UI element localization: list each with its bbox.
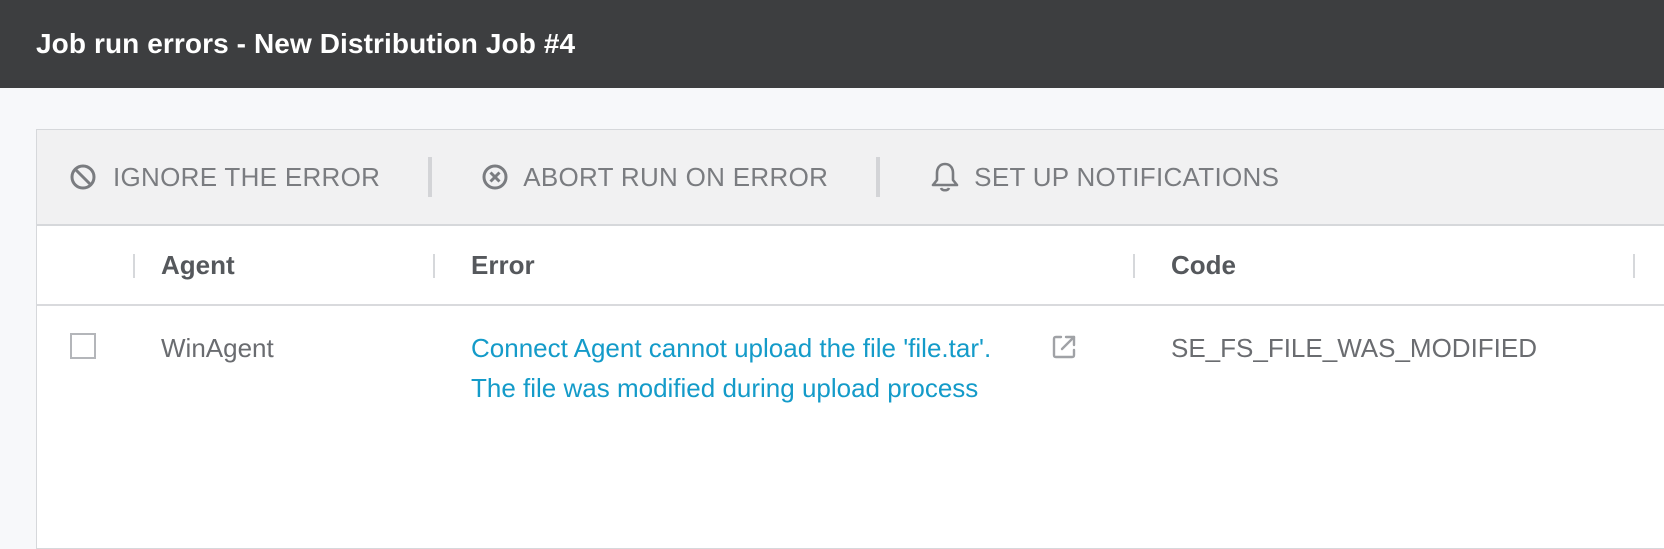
column-header-code[interactable]: Code bbox=[1171, 226, 1236, 304]
toolbar: IGNORE THE ERROR ABORT RUN ON ERROR SET … bbox=[37, 130, 1664, 226]
error-cell: Connect Agent cannot upload the file 'fi… bbox=[471, 328, 1091, 408]
column-header-agent[interactable]: Agent bbox=[161, 226, 235, 304]
abort-run-label: ABORT RUN ON ERROR bbox=[523, 161, 829, 192]
errors-panel: IGNORE THE ERROR ABORT RUN ON ERROR SET … bbox=[36, 129, 1664, 549]
set-up-notifications-label: SET UP NOTIFICATIONS bbox=[974, 161, 1280, 192]
code-cell: SE_FS_FILE_WAS_MODIFIED bbox=[1171, 333, 1538, 363]
prohibited-icon bbox=[69, 163, 97, 191]
row-checkbox[interactable] bbox=[70, 333, 96, 359]
abort-run-button[interactable]: ABORT RUN ON ERROR bbox=[481, 162, 828, 193]
toolbar-divider bbox=[876, 157, 881, 197]
agent-cell: WinAgent bbox=[161, 333, 274, 363]
page-title: Job run errors - New Distribution Job #4 bbox=[36, 28, 576, 59]
ignore-error-label: IGNORE THE ERROR bbox=[113, 161, 381, 192]
ignore-error-button[interactable]: IGNORE THE ERROR bbox=[69, 162, 380, 193]
error-message-link[interactable]: Connect Agent cannot upload the file 'fi… bbox=[471, 328, 1091, 368]
table-header: Agent Error Code bbox=[37, 226, 1664, 306]
set-up-notifications-button[interactable]: SET UP NOTIFICATIONS bbox=[930, 161, 1279, 193]
column-header-error[interactable]: Error bbox=[471, 226, 535, 304]
title-bar: Job run errors - New Distribution Job #4 bbox=[0, 0, 1664, 88]
column-divider bbox=[1633, 254, 1635, 278]
column-divider bbox=[433, 254, 435, 278]
table-row: WinAgent Connect Agent cannot upload the… bbox=[37, 306, 1664, 486]
column-divider bbox=[1133, 254, 1135, 278]
column-divider bbox=[133, 254, 135, 278]
error-message-link-line2[interactable]: The file was modified during upload proc… bbox=[471, 368, 1091, 408]
toolbar-divider bbox=[428, 157, 433, 197]
external-link-icon[interactable] bbox=[1049, 332, 1079, 373]
x-circle-icon bbox=[481, 163, 509, 191]
bell-icon bbox=[930, 161, 960, 193]
